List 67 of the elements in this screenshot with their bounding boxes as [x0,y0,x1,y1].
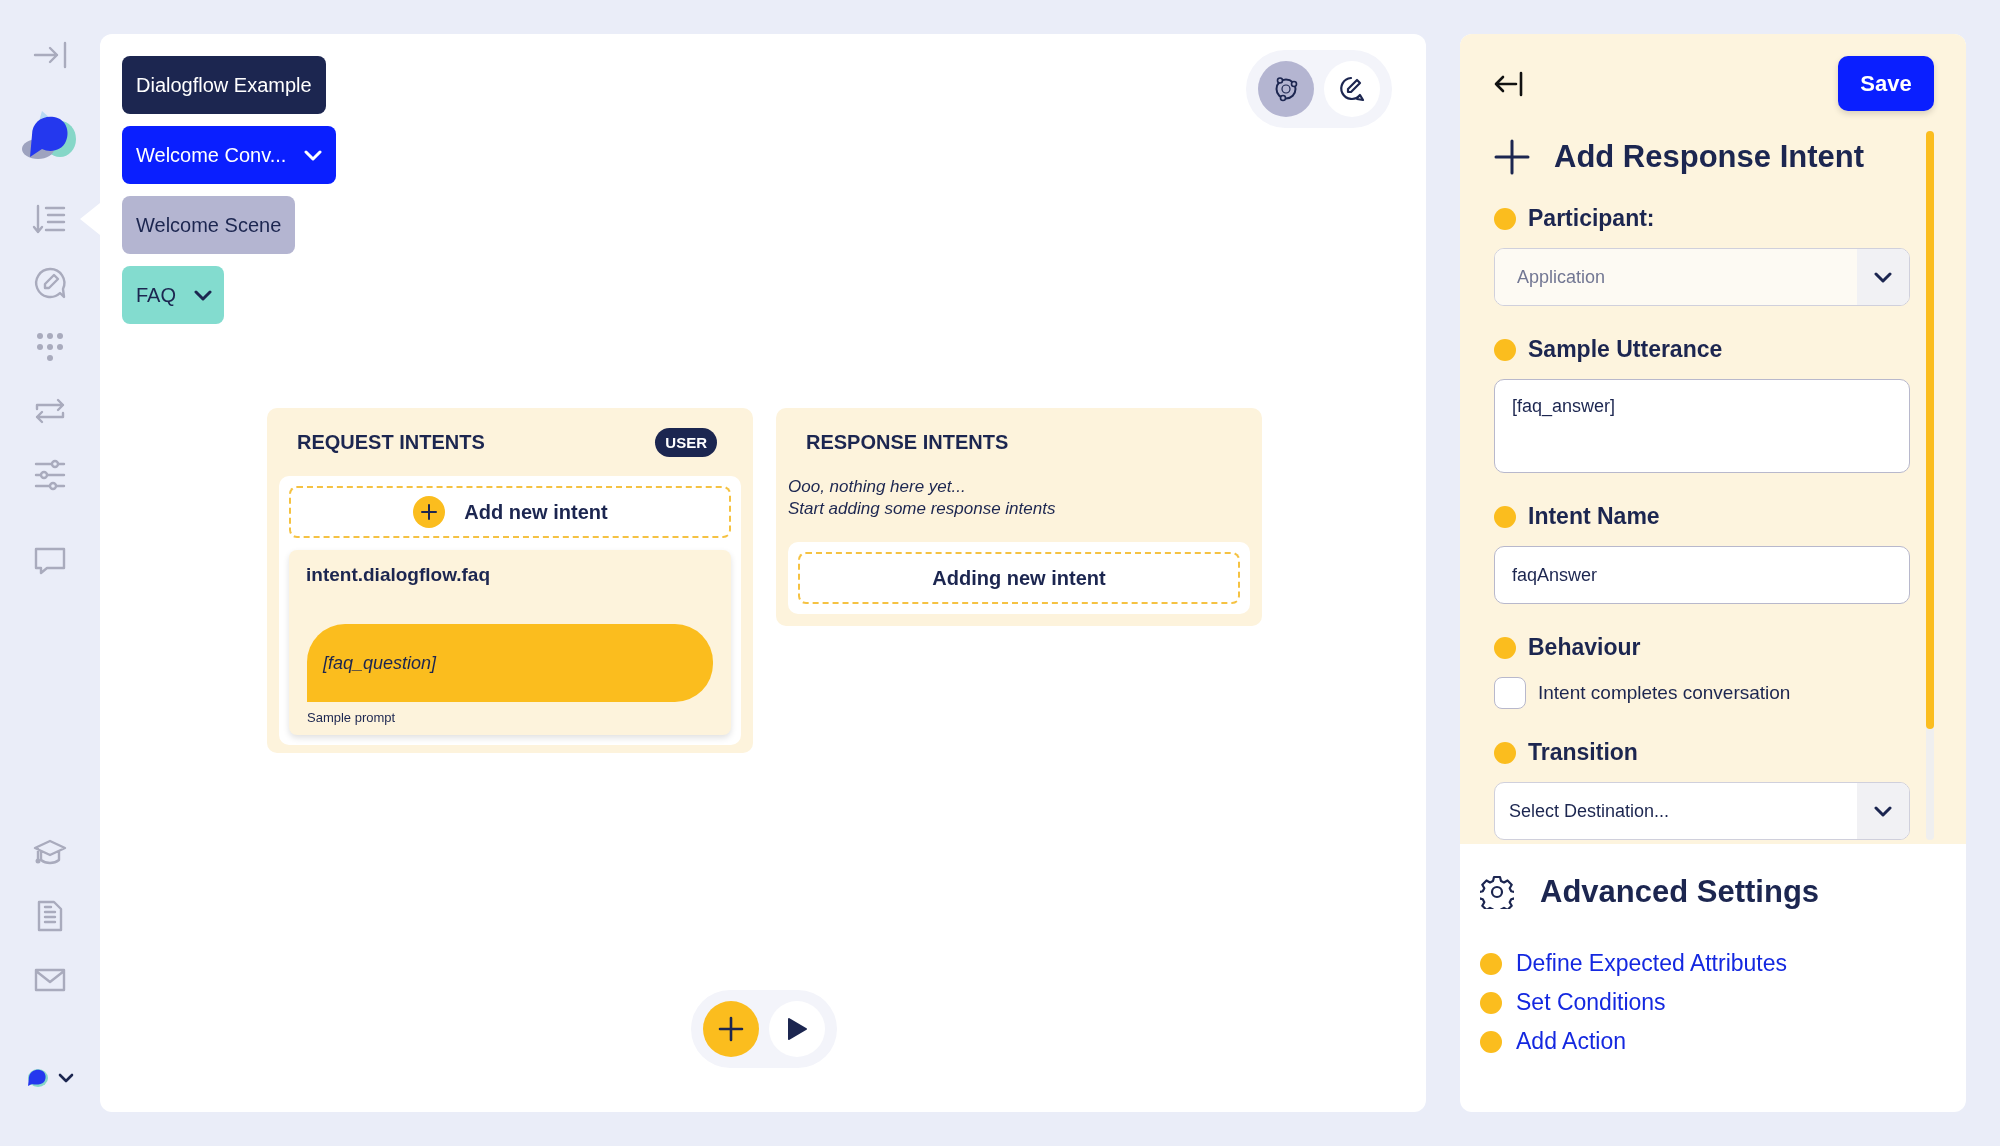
chevron-down-icon [1874,270,1892,284]
sliders-icon [33,459,67,491]
scrollbar[interactable] [1926,131,1934,840]
user-badge: USER [655,427,717,457]
breadcrumb-button[interactable]: Welcome Scene [122,196,296,254]
play-button[interactable] [769,1001,825,1057]
graduation-cap-icon [33,837,67,867]
intent-name: intent.dialogflow.faq [306,564,491,586]
document-icon [35,899,65,933]
message-icon [33,546,67,576]
breadcrumb-button[interactable]: Welcome Conv... [122,126,337,184]
required-dot [1494,741,1516,764]
settings-link[interactable]: Set Conditions [1516,989,1666,1016]
required-dot [1480,1030,1502,1053]
field-label: Sample Utterance [1528,336,1723,363]
expand-right-icon [32,40,68,70]
caption: Sample prompt [307,710,397,725]
chevron-down-icon [194,288,212,302]
add-button[interactable] [703,1001,759,1057]
chat-edit-icon [32,265,68,301]
plus-circle-icon [412,495,447,529]
account-logo-icon [26,1068,48,1088]
field-label: Intent Name [1528,503,1660,530]
dots-grid-icon [35,331,65,363]
section-title: Advanced Settings [1540,874,1820,910]
repeat-icon [33,396,67,426]
chevron-down-icon [304,148,323,162]
view-toggle-button[interactable] [1258,61,1314,117]
save-button[interactable]: Save [1838,56,1934,111]
input-field[interactable]: faqAnswer [1494,546,1910,604]
settings-link[interactable]: Define Expected Attributes [1516,950,1788,977]
plus-icon [1494,139,1530,175]
panel-title: Add Response Intent [1554,139,1864,175]
add-intent-button[interactable]: Add new intent [289,486,731,538]
card-title: RESPONSE INTENTS [806,430,1009,454]
mail-icon [33,966,67,994]
select-field[interactable]: Select Destination... [1494,782,1910,840]
card-title: REQUEST INTENTS [297,430,485,454]
settings-link[interactable]: Add Action [1516,1028,1626,1055]
add-intent-button[interactable]: Adding new intent [798,552,1240,604]
checkbox[interactable] [1494,677,1526,709]
utterance-bubble: [faq_question] [307,624,713,702]
empty-message: Ooo, nothing here yet... [788,476,967,498]
empty-message: Start adding some response intents [788,498,1057,520]
required-dot [1494,207,1516,230]
play-icon [786,1017,808,1041]
breadcrumb-button[interactable]: FAQ [122,266,224,324]
checkbox-label: Intent completes conversation [1538,682,1791,704]
caret-down-icon[interactable] [58,1072,74,1084]
required-dot [1494,636,1516,659]
breadcrumb-button[interactable]: Dialogflow Example [122,56,326,114]
field-label: Participant: [1528,205,1655,232]
chevron-down-icon [1874,804,1892,818]
collapse-left-icon[interactable] [1494,70,1524,97]
field-label: Behaviour [1528,634,1641,661]
settings-icon [1480,875,1514,909]
plus-icon [718,1016,744,1042]
view-toggle-button[interactable] [1324,61,1380,117]
text-area[interactable]: [faq_answer] [1494,379,1910,473]
intent-card[interactable]: intent.dialogflow.faq [faq_question] Sample prompt [289,550,731,735]
required-dot [1480,952,1502,975]
required-dot [1480,991,1502,1014]
chat-edit-icon [1338,75,1366,103]
sort-list-icon [32,203,68,235]
required-dot [1494,338,1516,361]
field-label: Transition [1528,739,1638,766]
required-dot [1494,505,1516,528]
